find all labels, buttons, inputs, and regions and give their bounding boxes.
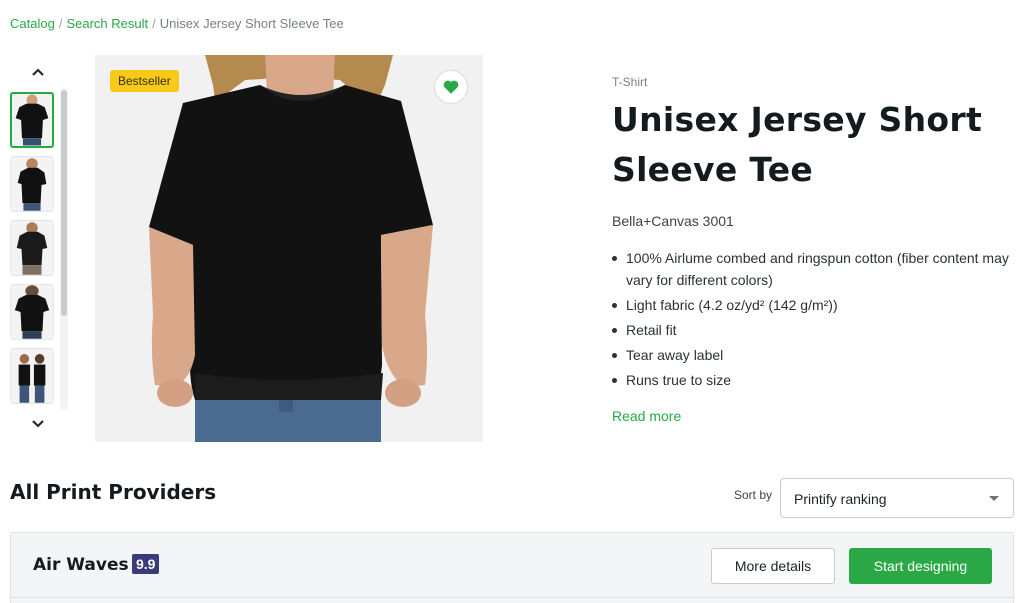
favorite-button[interactable] [434, 70, 468, 104]
breadcrumb-catalog-link[interactable]: Catalog [10, 16, 55, 31]
read-more-link[interactable]: Read more [612, 408, 681, 424]
breadcrumb-search-result-link[interactable]: Search Result [66, 16, 148, 31]
product-model: Bella+Canvas 3001 [612, 213, 734, 229]
chevron-up-icon[interactable] [30, 65, 46, 81]
breadcrumb: Catalog / Search Result / Unisex Jersey Shor… [10, 16, 344, 31]
feature-item: Tear away label [612, 344, 1012, 366]
feature-list: 100% Airlume combed and ringspun cotton … [612, 247, 1012, 391]
breadcrumb-separator: / [58, 16, 63, 31]
thumbnail-gallery [8, 62, 72, 434]
thumbnail-model-man[interactable] [10, 220, 54, 276]
caret-down-icon [989, 496, 999, 501]
thumbnail-front[interactable] [10, 92, 54, 148]
feature-item: Runs true to size [612, 369, 1012, 391]
more-details-button[interactable]: More details [711, 548, 835, 584]
feature-item: Retail fit [612, 319, 1012, 341]
provider-card: Air Waves 9.9 More details Start designi… [10, 532, 1014, 603]
product-title: Unisex Jersey Short Sleeve Tee [612, 100, 983, 189]
bestseller-badge: Bestseller [110, 70, 179, 92]
main-product-image: Bestseller [95, 55, 483, 442]
sort-dropdown[interactable]: Printify ranking [780, 478, 1014, 518]
thumbnail-side[interactable] [10, 156, 54, 212]
provider-score-badge: 9.9 [132, 554, 160, 574]
breadcrumb-current: Unisex Jersey Short Sleeve Tee [159, 16, 344, 31]
heart-icon [443, 80, 459, 94]
start-designing-button[interactable]: Start designing [849, 548, 992, 584]
sort-value: Printify ranking [794, 491, 887, 507]
product-category: T-Shirt [612, 75, 648, 89]
card-divider [11, 597, 1013, 598]
sort-label: Sort by [734, 488, 773, 502]
scrollbar-thumb[interactable] [61, 90, 67, 316]
thumbnail-back[interactable] [10, 284, 54, 340]
thumbnail-scrollbar[interactable] [60, 88, 68, 410]
thumbnail-list [8, 90, 56, 406]
breadcrumb-separator: / [152, 16, 156, 31]
product-photo [95, 55, 483, 442]
feature-item: 100% Airlume combed and ringspun cotton … [612, 247, 1012, 291]
chevron-down-icon[interactable] [30, 415, 46, 431]
provider-name: Air Waves [33, 555, 129, 575]
providers-heading: All Print Providers [10, 480, 217, 504]
thumbnail-couple[interactable] [10, 348, 54, 404]
feature-item: Light fabric (4.2 oz/yd² (142 g/m²)) [612, 294, 1012, 316]
product-info: T-Shirt Unisex Jersey Short Sleeve Tee B… [612, 75, 1012, 426]
